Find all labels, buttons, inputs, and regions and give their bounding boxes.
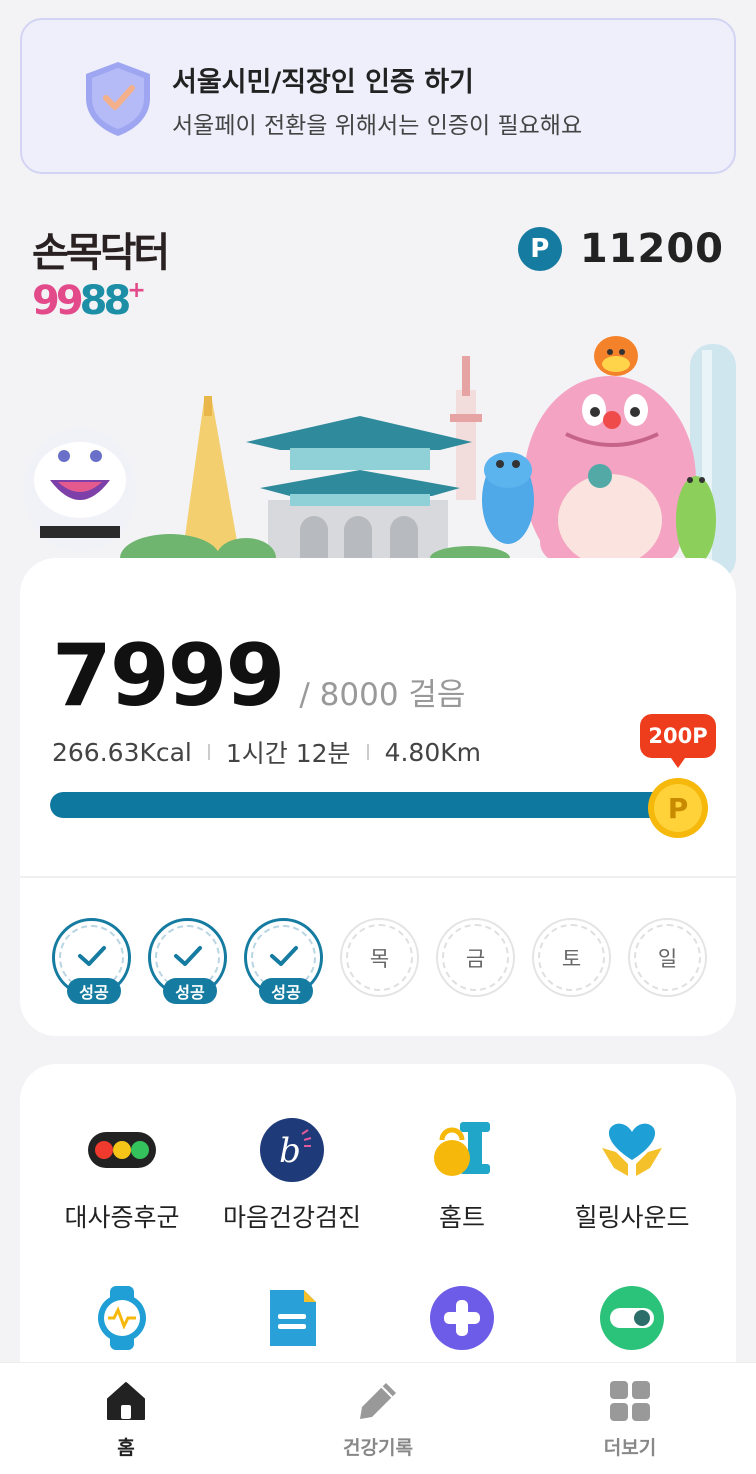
menu-item-mind-check[interactable]: b 마음건강검진 xyxy=(202,1114,382,1234)
menu-item-home-training[interactable]: 홈트 xyxy=(372,1114,552,1234)
shield-check-icon xyxy=(86,62,150,136)
menu-item-document[interactable] xyxy=(202,1282,382,1354)
menu-item-toggle[interactable] xyxy=(542,1282,722,1354)
point-icon: P xyxy=(517,227,562,271)
steps-summary: 7999 / 8000 걸음 xyxy=(52,626,465,726)
plus-cross-icon xyxy=(430,1286,494,1350)
svg-text:P: P xyxy=(668,792,689,825)
duration-value: 1시간 12분 xyxy=(225,739,351,768)
points-value: 11200 xyxy=(579,226,724,272)
check-icon xyxy=(174,946,202,966)
step-count: 7999 xyxy=(52,626,285,726)
traffic-light-icon xyxy=(88,1132,156,1168)
seoul-characters-illustration xyxy=(24,336,736,580)
menu-label-metabolic: 대사증후군 xyxy=(64,1203,180,1232)
success-badge: 성공 xyxy=(259,978,313,1004)
menu-label-home-training: 홈트 xyxy=(438,1203,485,1232)
nav-more[interactable]: 더보기 xyxy=(560,1379,700,1460)
distance-value: 4.80Km xyxy=(384,737,481,767)
verification-banner[interactable]: 서울시민/직장인 인증 하기 서울페이 전환을 위해서는 인증이 필요해요 xyxy=(20,18,736,174)
day-circle: 성공 xyxy=(52,918,131,1004)
bottom-navigation: 홈 건강기록 더보기 xyxy=(0,1363,756,1474)
banner-title: 서울시민/직장인 인증 하기 xyxy=(172,67,474,98)
mind-check-icon: b xyxy=(260,1118,324,1182)
kettlebell-icon xyxy=(434,1122,490,1176)
menu-item-healing-sound[interactable]: 힐링사운드 xyxy=(542,1114,722,1234)
menu-item-watch[interactable] xyxy=(32,1282,212,1354)
menu-label-mind-check: 마음건강검진 xyxy=(222,1203,361,1232)
step-progress-fill xyxy=(50,792,690,818)
check-icon xyxy=(78,946,106,966)
day-label: 토 xyxy=(538,924,605,991)
menu-label-healing-sound: 힐링사운드 xyxy=(574,1203,690,1232)
brand-logo: 손목닥터9988+ xyxy=(32,220,262,324)
reward-badge: 200P xyxy=(640,714,716,768)
step-progress-bar xyxy=(50,792,690,818)
smartwatch-icon xyxy=(98,1286,146,1350)
success-badge: 성공 xyxy=(67,978,121,1004)
day-label: 금 xyxy=(442,924,509,991)
activity-stats: 266.63Kcal 1시간 12분 4.80Km xyxy=(52,734,481,770)
menu-item-metabolic[interactable]: 대사증후군 xyxy=(32,1114,212,1234)
menu-item-plus[interactable] xyxy=(372,1282,552,1354)
brand-number-99: 99 xyxy=(32,278,84,324)
grid-icon xyxy=(610,1381,650,1421)
stat-divider xyxy=(366,744,369,760)
check-icon xyxy=(270,946,298,966)
nav-health-record[interactable]: 건강기록 xyxy=(308,1379,448,1460)
nav-home-label: 홈 xyxy=(117,1437,135,1459)
step-tracker-card[interactable]: 7999 / 8000 걸음 266.63Kcal 1시간 12분 4.80Km… xyxy=(20,558,736,1036)
point-coin-icon[interactable]: P xyxy=(646,776,710,840)
day-circle: 금 xyxy=(436,918,515,997)
day-circle: 토 xyxy=(532,918,611,997)
nav-home[interactable]: 홈 xyxy=(56,1379,196,1460)
step-goal: / 8000 걸음 xyxy=(299,677,466,713)
day-circle: 목 xyxy=(340,918,419,997)
banner-subtitle: 서울페이 전환을 위해서는 인증이 필요해요 xyxy=(172,113,583,139)
brand-number-88: 88 xyxy=(79,278,132,324)
home-icon xyxy=(107,1382,145,1420)
weekly-progress: 성공 성공 성공 목 금 토 일 xyxy=(52,918,707,1004)
brand-name-text: 손목닥터 xyxy=(32,230,170,276)
brand-plus: + xyxy=(127,278,146,303)
card-divider xyxy=(20,876,736,878)
nav-more-label: 더보기 xyxy=(603,1437,657,1459)
success-badge: 성공 xyxy=(163,978,217,1004)
calories-value: 266.63Kcal xyxy=(52,737,192,767)
points-display[interactable]: P 11200 xyxy=(517,226,724,272)
svg-text:b: b xyxy=(279,1131,301,1171)
pencil-icon xyxy=(360,1383,396,1419)
stat-divider xyxy=(207,744,210,760)
document-icon xyxy=(270,1290,316,1346)
day-circle: 성공 xyxy=(244,918,323,1004)
day-label: 일 xyxy=(634,924,701,991)
day-circle: 일 xyxy=(628,918,707,997)
heart-hands-icon xyxy=(602,1123,662,1176)
day-label: 목 xyxy=(346,924,413,991)
nav-health-record-label: 건강기록 xyxy=(343,1437,413,1459)
toggle-icon xyxy=(600,1286,664,1350)
day-circle: 성공 xyxy=(148,918,227,1004)
